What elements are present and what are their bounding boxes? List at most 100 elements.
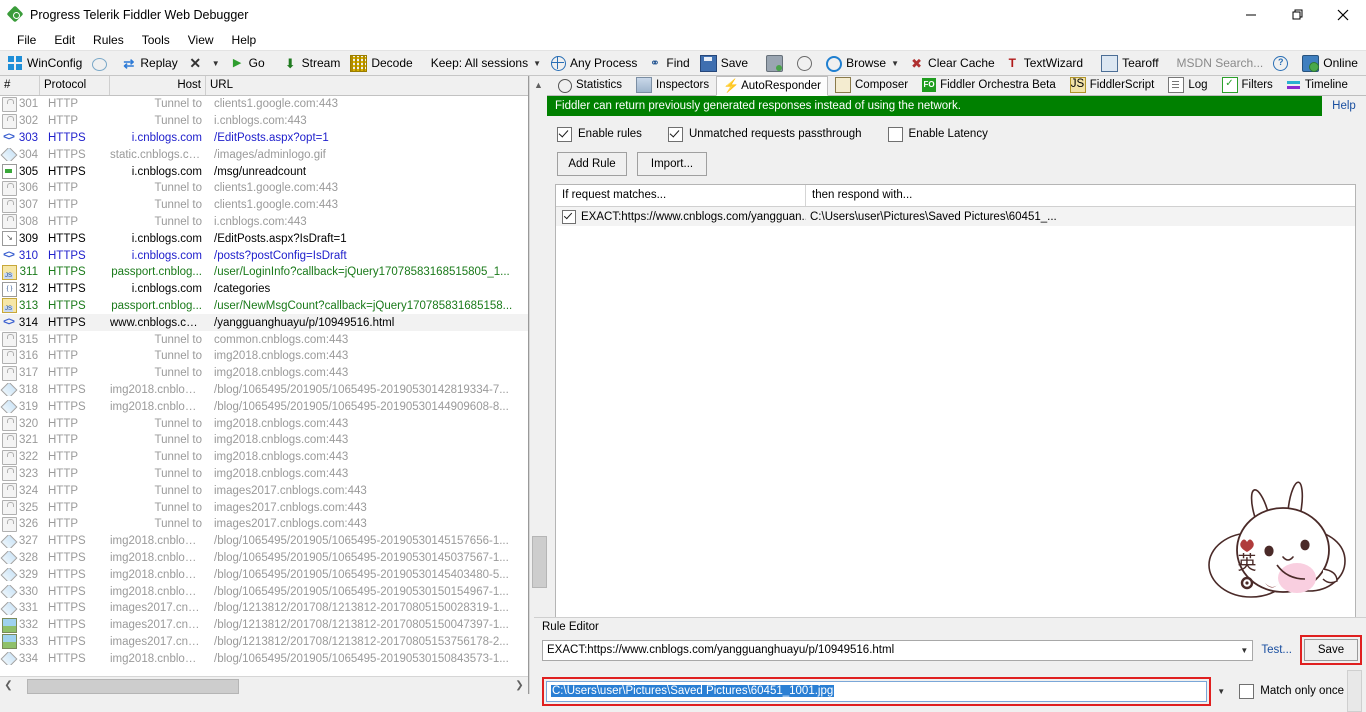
table-row[interactable]: 311 HTTPS passport.cnblog... /user/LoginInf… [0,264,528,281]
tab-fiddler-orchestra-beta[interactable]: FO Fiddler Orchestra Beta [915,75,1063,95]
table-row[interactable]: 301 HTTP Tunnel to clients1.google.com:443 [0,96,528,113]
scroll-left-icon[interactable]: ❮ [0,680,17,691]
timer-button[interactable] [792,52,821,74]
table-row[interactable]: 305 HTTPS i.cnblogs.com/msg/unreadcount [0,163,528,180]
table-row[interactable]: <> 314 HTTPS www.cnblogs.com/yangguanghuayu… [0,314,528,332]
table-row[interactable]: 333 HTTPS images2017.cnbl... /blog/1213812/… [0,634,528,651]
chevron-down-icon[interactable]: ▼ [1236,642,1252,659]
rule-match-cell[interactable]: EXACT:https://www.cnblogs.com/yangguan..… [556,209,806,224]
vscroll-thumb[interactable] [532,536,547,588]
rule-respond-cell[interactable]: C:\Users\user\Pictures\Saved Pictures\60… [806,211,1355,223]
replay-button[interactable]: ⇄ Replay [116,52,182,74]
table-row[interactable]: 324 HTTP Tunnel to images2017.cnblogs.com:4… [0,482,528,499]
close-icon[interactable] [1320,0,1366,30]
table-row[interactable]: ↘ 309 HTTPS i.cnblogs.com/EditPosts.aspx?Is… [0,230,528,247]
rule-row[interactable]: EXACT:https://www.cnblogs.com/yangguan..… [556,207,1355,226]
scroll-up-icon[interactable]: ▲ [530,76,547,93]
table-row[interactable]: 313 HTTPS passport.cnblog... /user/NewMsgCo… [0,298,528,315]
find-button[interactable]: ⚭ Find [642,52,694,74]
rule-respond-combobox[interactable]: C:\Users\user\Pictures\Saved Pictures\60… [546,680,1208,702]
tab-timeline[interactable]: Timeline [1280,75,1355,95]
table-row[interactable]: 322 HTTP Tunnel to img2018.cnblogs.com:443 [0,449,528,466]
tab-autoresponder[interactable]: ⚡ AutoResponder [716,76,828,96]
menu-tools[interactable]: Tools [133,32,179,48]
decode-button[interactable]: Decode [345,52,417,74]
table-row[interactable]: 327 HTTPS img2018.cnblogs... /blog/1065495/… [0,533,528,550]
online-button[interactable]: Online [1297,52,1363,74]
table-row[interactable]: 320 HTTP Tunnel to img2018.cnblogs.com:443 [0,415,528,432]
sessions-vscrollbar[interactable]: ▲ ▼ [529,76,547,694]
table-row[interactable]: 319 HTTPS img2018.cnblogs... /blog/1065495/… [0,398,528,415]
menu-view[interactable]: View [179,32,223,48]
test-link[interactable]: Test... [1253,644,1300,656]
clear-cache-button[interactable]: ✖ Clear Cache [904,52,1000,74]
table-row[interactable]: 334 HTTPS img2018.cnblogs... /blog/1065495/… [0,650,528,667]
tab-fiddlerscript[interactable]: JS FiddlerScript [1063,75,1162,95]
table-row[interactable]: 323 HTTP Tunnel to img2018.cnblogs.com:443 [0,466,528,483]
comment-button[interactable] [87,52,116,74]
scroll-right-icon[interactable]: ❯ [511,680,528,691]
save-button[interactable]: Save [695,52,753,74]
screenshot-button[interactable] [761,52,792,74]
table-row[interactable]: { } 312 HTTPS i.cnblogs.com/categories [0,281,528,298]
table-row[interactable]: 332 HTTPS images2017.cnbl... /blog/1213812/… [0,617,528,634]
match-only-once-checkbox[interactable]: Match only once [1239,683,1344,699]
enable-rules-checkbox[interactable]: Enable rules [557,126,642,142]
tab-filters[interactable]: ✓ Filters [1215,75,1280,95]
column-header-then-respond-with[interactable]: then respond with... [806,185,1355,206]
table-row[interactable]: 329 HTTPS img2018.cnblogs... /blog/1065495/… [0,566,528,583]
help-button[interactable]: ? [1268,52,1297,74]
chevron-down-icon[interactable]: ▼ [1213,683,1229,700]
winconfig-button[interactable]: WinConfig [3,52,87,74]
column-header-protocol[interactable]: Protocol [40,76,110,95]
go-button[interactable]: ▶ Go [225,52,270,74]
hscroll-thumb[interactable] [27,679,239,694]
maximize-icon[interactable] [1274,0,1320,30]
table-row[interactable]: 331 HTTPS images2017.cnbl... /blog/1213812/… [0,600,528,617]
table-row[interactable]: 328 HTTPS img2018.cnblogs... /blog/1065495/… [0,550,528,567]
rule-respond-dropdown[interactable]: ▼ [1213,682,1229,701]
add-rule-button[interactable]: Add Rule [557,152,627,176]
tab-composer[interactable]: Composer [828,75,915,95]
column-header-if-request-matches[interactable]: If request matches... [556,185,806,206]
any-process-button[interactable]: Any Process [546,52,642,74]
menu-help[interactable]: Help [223,32,266,48]
table-row[interactable]: <> 310 HTTPS i.cnblogs.com/posts?postConfig… [0,247,528,264]
tab-statistics[interactable]: Statistics [551,75,629,95]
stream-button[interactable]: ⬇ Stream [278,52,346,74]
table-row[interactable]: 315 HTTP Tunnel to common.cnblogs.com:443 [0,331,528,348]
rule-match-combobox[interactable]: EXACT:https://www.cnblogs.com/yangguangh… [542,639,1254,661]
minimize-icon[interactable] [1228,0,1274,30]
table-row[interactable]: 321 HTTP Tunnel to img2018.cnblogs.com:443 [0,432,528,449]
tab-inspectors[interactable]: Inspectors [629,75,716,95]
hscroll-track[interactable] [17,679,511,694]
table-row[interactable]: 330 HTTPS img2018.cnblogs... /blog/1065495/… [0,583,528,600]
keep-sessions-dropdown[interactable]: Keep: All sessions ▼ [426,52,546,74]
msdn-search-field[interactable]: MSDN Search... [1172,52,1269,74]
table-row[interactable]: 325 HTTP Tunnel to images2017.cnblogs.com:4… [0,499,528,516]
browse-button[interactable]: Browse ▼ [821,52,904,74]
table-row[interactable]: 317 HTTP Tunnel to img2018.cnblogs.com:443 [0,365,528,382]
table-row[interactable]: 308 HTTP Tunnel to i.cnblogs.com:443 [0,214,528,231]
tearoff-button[interactable]: Tearoff [1096,52,1163,74]
column-header-url[interactable]: URL [206,76,528,95]
tab-log[interactable]: Log [1161,75,1214,95]
table-row[interactable]: 318 HTTPS img2018.cnblogs... /blog/1065495/… [0,382,528,399]
table-row[interactable]: 326 HTTP Tunnel to images2017.cnblogs.com:4… [0,516,528,533]
editor-scrollbar[interactable] [1347,670,1362,712]
remove-button[interactable]: ✕ ▼ [183,52,225,74]
textwizard-button[interactable]: T TextWizard [1000,52,1088,74]
table-row[interactable]: 307 HTTP Tunnel to clients1.google.com:443 [0,197,528,214]
unmatched-passthrough-checkbox[interactable]: Unmatched requests passthrough [667,126,862,142]
menu-file[interactable]: File [8,32,45,48]
sessions-hscrollbar[interactable]: ❮ ❯ [0,676,528,694]
column-header-number[interactable]: # [0,76,40,95]
table-row[interactable]: 302 HTTP Tunnel to i.cnblogs.com:443 [0,113,528,130]
table-row[interactable]: 306 HTTP Tunnel to clients1.google.com:443 [0,180,528,197]
table-row[interactable]: 304 HTTPS static.cnblogs.com/images/adminl… [0,146,528,163]
table-row[interactable]: 316 HTTP Tunnel to img2018.cnblogs.com:443 [0,348,528,365]
enable-latency-checkbox[interactable]: Enable Latency [887,126,988,142]
column-header-host[interactable]: Host [110,76,206,95]
table-row[interactable]: <> 303 HTTPS i.cnblogs.com/EditPosts.aspx?o… [0,130,528,147]
menu-rules[interactable]: Rules [84,32,133,48]
